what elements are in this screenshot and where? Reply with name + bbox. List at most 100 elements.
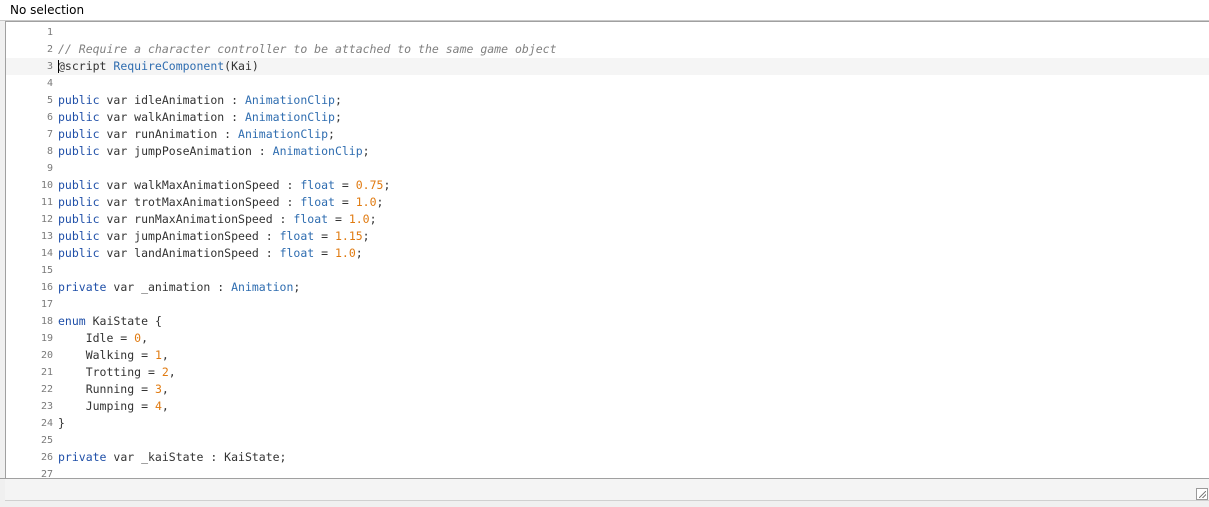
code-token: ; [376, 195, 384, 209]
line-number: 6 [46, 112, 53, 123]
code-line[interactable]: 21 Trotting = 2, [6, 364, 1209, 381]
code-text: public var landAnimationSpeed : float = … [58, 245, 363, 262]
code-token: ; [362, 144, 370, 158]
code-token: @script [58, 59, 114, 73]
code-token: float [293, 212, 329, 226]
code-token: , [161, 399, 169, 413]
code-token: 4 [154, 399, 162, 413]
code-token: AnimationClip [238, 127, 329, 141]
code-line[interactable]: 4 [6, 75, 1209, 92]
code-token: 1.15 [334, 229, 363, 243]
line-number: 11 [40, 197, 53, 208]
code-token: public [58, 93, 100, 107]
code-line[interactable]: 22 Running = 3, [6, 381, 1209, 398]
line-number: 17 [40, 299, 53, 310]
line-number: 21 [40, 367, 53, 378]
line-number: 5 [46, 95, 53, 106]
code-text: Running = 3, [58, 381, 169, 398]
code-line[interactable]: 24} [6, 415, 1209, 432]
code-token: 0.75 [355, 178, 384, 192]
code-line[interactable]: 1 [6, 24, 1209, 41]
code-text: Idle = 0, [58, 330, 148, 347]
code-editor[interactable]: 1 2// Require a character controller to b… [5, 21, 1209, 478]
line-number: 24 [40, 418, 53, 429]
code-token: = [314, 246, 335, 260]
code-token: var walkAnimation : [99, 110, 245, 124]
line-number: 22 [40, 384, 53, 395]
code-token: = [328, 212, 349, 226]
code-text: public var trotMaxAnimationSpeed : float… [58, 194, 383, 211]
code-token: , [168, 365, 176, 379]
code-line[interactable]: 23 Jumping = 4, [6, 398, 1209, 415]
line-number: 20 [40, 350, 53, 361]
line-number: 7 [46, 129, 53, 140]
code-token: Animation [231, 280, 294, 294]
code-token: var landAnimationSpeed : [99, 246, 280, 260]
resize-grip-icon[interactable] [1196, 488, 1208, 500]
code-text: private var _animation : Animation; [58, 279, 300, 296]
code-token: public [58, 195, 100, 209]
line-number: 27 [40, 469, 53, 478]
code-token: var jumpAnimationSpeed : [99, 229, 280, 243]
code-token: Trotting = [58, 365, 162, 379]
code-token: float [300, 195, 335, 209]
code-token: float [279, 246, 315, 260]
code-text: @script RequireComponent(Kai) [58, 58, 259, 75]
code-text: Walking = 1, [58, 347, 169, 364]
code-token: } [58, 416, 65, 430]
editor-footer [5, 479, 1209, 501]
code-line[interactable]: 27 [6, 466, 1209, 478]
code-token: ; [383, 178, 391, 192]
code-line[interactable]: 7 public var runAnimation : AnimationClip… [6, 126, 1209, 143]
code-token: 1.0 [355, 195, 377, 209]
code-line[interactable]: 8 public var jumpPoseAnimation : Animatio… [6, 143, 1209, 160]
code-token: public [58, 178, 100, 192]
code-line[interactable]: 3 @script RequireComponent(Kai) [6, 58, 1209, 75]
code-line[interactable]: 5 public var idleAnimation : AnimationCli… [6, 92, 1209, 109]
code-line[interactable]: 9 [6, 160, 1209, 177]
code-token: Running = [58, 382, 155, 396]
code-line[interactable]: 14 public var landAnimationSpeed : float … [6, 245, 1209, 262]
line-number: 9 [46, 163, 53, 174]
code-line[interactable]: 12 public var runMaxAnimationSpeed : floa… [6, 211, 1209, 228]
code-line[interactable]: 15 [6, 262, 1209, 279]
code-text: public var runAnimation : AnimationClip; [58, 126, 335, 143]
code-token: Walking = [58, 348, 155, 362]
selection-status-bar: No selection [0, 0, 1209, 21]
code-line[interactable]: 19 Idle = 0, [6, 330, 1209, 347]
code-line[interactable]: 10 public var walkMaxAnimationSpeed : flo… [6, 177, 1209, 194]
code-line[interactable]: 17 [6, 296, 1209, 313]
line-number: 13 [40, 231, 53, 242]
code-line[interactable]: 6 public var walkAnimation : AnimationCli… [6, 109, 1209, 126]
code-token: var walkMaxAnimationSpeed : [99, 178, 301, 192]
code-line[interactable]: 2 // Require a character controller to be… [6, 41, 1209, 58]
code-line[interactable]: 25 [6, 432, 1209, 449]
code-token: = [334, 178, 356, 192]
code-text: public var walkMaxAnimationSpeed : float… [58, 177, 390, 194]
line-number: 8 [46, 146, 53, 157]
code-line[interactable]: 16 private var _animation : Animation; [6, 279, 1209, 296]
line-number: 18 [40, 316, 53, 327]
code-text: public var walkAnimation : AnimationClip… [58, 109, 342, 126]
code-text: private var _kaiState : KaiState; [58, 449, 286, 466]
code-token: AnimationClip [244, 93, 335, 107]
code-line[interactable]: 11 public var trotMaxAnimationSpeed : flo… [6, 194, 1209, 211]
code-line[interactable]: 18 enum KaiState { [6, 313, 1209, 330]
line-number: 15 [40, 265, 53, 276]
code-token: ; [369, 212, 377, 226]
text-caret [58, 60, 59, 73]
code-line[interactable]: 20 Walking = 1, [6, 347, 1209, 364]
code-token: ; [334, 110, 342, 124]
code-token: 1.0 [334, 246, 356, 260]
code-token: public [58, 110, 100, 124]
code-text: } [58, 415, 65, 432]
line-number: 23 [40, 401, 53, 412]
line-number: 12 [40, 214, 53, 225]
code-line[interactable]: 26 private var _kaiState : KaiState; [6, 449, 1209, 466]
code-text: public var idleAnimation : AnimationClip… [58, 92, 342, 109]
code-token: AnimationClip [272, 144, 363, 158]
code-token: 1.0 [348, 212, 370, 226]
code-line[interactable]: 13 public var jumpAnimationSpeed : float … [6, 228, 1209, 245]
line-number: 4 [46, 78, 53, 89]
code-token: public [58, 144, 100, 158]
